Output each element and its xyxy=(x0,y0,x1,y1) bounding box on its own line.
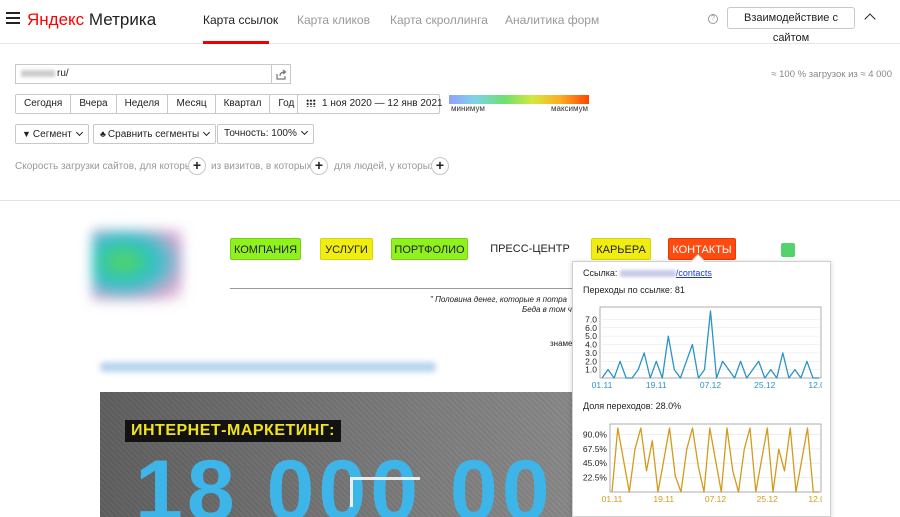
logo-metrika: Метрика xyxy=(88,10,157,29)
logo-yandex: Яндекс xyxy=(27,10,85,29)
add-load-speed-filter-button[interactable]: + xyxy=(188,157,206,175)
site-nav-portfolio[interactable]: ПОРТФОЛИО xyxy=(391,238,468,260)
banner-number: 18 000 00 xyxy=(135,443,554,517)
period-today[interactable]: Сегодня xyxy=(15,94,72,114)
site-logo-blurred xyxy=(92,230,182,300)
url-suffix: ru/ xyxy=(57,68,69,79)
period-selector: Сегодня Вчера Неделя Месяц Квартал Год xyxy=(15,94,304,114)
site-nav-underline xyxy=(230,288,575,289)
site-quote-line1: " Половина денег, которые я потра xyxy=(430,295,567,304)
segment-dropdown[interactable]: ▼ Сегмент xyxy=(15,124,89,144)
period-yesterday[interactable]: Вчера xyxy=(70,94,117,114)
calendar-icon xyxy=(306,99,316,107)
site-nav-company[interactable]: КОМПАНИЯ xyxy=(230,238,301,260)
accuracy-dropdown[interactable]: Точность: 100% xyxy=(217,124,314,144)
share-ytick: 22.5% xyxy=(583,473,608,483)
site-banner: 18 000 00 ИНТЕРНЕТ-МАРКЕТИНГ: xyxy=(100,392,575,517)
logo[interactable]: Яндекс Метрика xyxy=(27,10,156,30)
filter-load-speed-text: Скорость загрузки сайтов, для которых xyxy=(15,161,198,172)
date-range-picker[interactable]: 1 ноя 2020 — 12 янв 2021 xyxy=(297,94,443,114)
share-xtick: 25.12 xyxy=(757,494,779,504)
menu-icon[interactable] xyxy=(6,12,20,24)
add-visits-filter-button[interactable]: + xyxy=(310,157,328,175)
add-people-filter-button[interactable]: + xyxy=(431,157,449,175)
heat-scale xyxy=(449,95,589,104)
period-month[interactable]: Месяц xyxy=(167,94,216,114)
filter-people-text: для людей, у которых xyxy=(334,161,435,172)
segment-label: Сегмент xyxy=(32,129,72,140)
period-quarter[interactable]: Квартал xyxy=(214,94,271,114)
period-week[interactable]: Неделя xyxy=(115,94,169,114)
share-icon xyxy=(276,69,287,80)
share-ytick: 45.0% xyxy=(583,458,608,468)
site-nav-services[interactable]: УСЛУГИ xyxy=(320,238,373,260)
share-button[interactable] xyxy=(271,64,291,84)
compare-label: Сравнить сегменты xyxy=(107,129,200,140)
compare-segments-dropdown[interactable]: ♣ Сравнить сегменты xyxy=(93,124,217,144)
share-chart: 22.5% 45.0% 67.5% 90.0% 01.11 19.11 07.12 25.12… xyxy=(583,423,822,504)
tab-link-map[interactable]: Карта ссылок xyxy=(203,13,278,27)
site-quote-line3: знаме xyxy=(550,339,573,348)
chevron-up-icon[interactable] xyxy=(864,13,876,25)
tab-click-map[interactable]: Карта кликов xyxy=(297,13,370,27)
scale-min-label: минимум xyxy=(451,104,485,113)
site-heading-blurred xyxy=(100,362,436,372)
filter-icon: ▼ xyxy=(22,129,31,139)
chevron-down-icon xyxy=(203,128,211,137)
filter-visits-text: из визитов, в которых xyxy=(211,161,312,172)
url-input[interactable]: ru/ xyxy=(15,64,271,84)
active-tab-indicator xyxy=(203,41,269,44)
tab-scroll-map[interactable]: Карта скроллинга xyxy=(390,13,488,27)
banner-mark xyxy=(350,477,420,507)
share-xtick: 12.01 xyxy=(808,494,822,504)
blurred-domain xyxy=(21,69,55,77)
chevron-down-icon xyxy=(300,127,308,136)
share-xtick: 01.11 xyxy=(602,494,623,504)
share-xtick: 19.11 xyxy=(653,494,674,504)
banner-label: ИНТЕРНЕТ-МАРКЕТИНГ: xyxy=(125,420,342,442)
chevron-down-icon xyxy=(75,128,83,137)
share-xtick: 07.12 xyxy=(705,494,727,504)
site-nav-press[interactable]: ПРЕСС-ЦЕНТР xyxy=(490,238,570,260)
site-quote-line2: Беда в том ч xyxy=(522,305,572,314)
share-ytick: 67.5% xyxy=(583,444,608,454)
share-ytick: 90.0% xyxy=(583,429,608,439)
accuracy-label: Точность: 100% xyxy=(224,128,297,139)
date-range-label: 1 ноя 2020 — 12 янв 2021 xyxy=(322,98,443,109)
compare-icon: ♣ xyxy=(100,129,106,139)
